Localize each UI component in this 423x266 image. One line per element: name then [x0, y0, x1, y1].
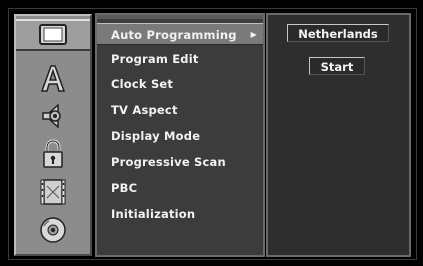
disc-icon — [40, 217, 66, 243]
tab-tv-setup[interactable] — [16, 19, 90, 51]
arrow-right-icon: ▶ — [250, 30, 257, 39]
tab-lock[interactable] — [16, 138, 90, 170]
start-button[interactable]: Start — [309, 57, 365, 75]
menu-item-display-mode[interactable]: Display Mode — [97, 125, 263, 147]
tab-language[interactable] — [16, 62, 90, 94]
menu-item-clock-set[interactable]: Clock Set — [97, 73, 263, 95]
menu-header-bar — [97, 15, 263, 19]
menu-item-label: Auto Programming — [111, 28, 237, 42]
options-panel: Netherlands Start — [266, 13, 411, 257]
tab-disc[interactable] — [16, 214, 90, 246]
tv-setup-icon — [39, 24, 67, 45]
menu-item-label: Program Edit — [111, 52, 199, 66]
tab-audio[interactable] — [16, 100, 90, 132]
menu-item-label: TV Aspect — [111, 103, 178, 117]
lock-icon — [43, 139, 63, 168]
category-sidebar — [14, 14, 92, 256]
menu-item-pbc[interactable]: PBC — [97, 177, 263, 199]
menu-item-label: Display Mode — [111, 129, 201, 143]
menu-item-progressive-scan[interactable]: Progressive Scan — [97, 151, 263, 173]
setup-menu: Auto Programming ▶ Program Edit Clock Se… — [95, 13, 265, 257]
menu-item-label: Progressive Scan — [111, 155, 226, 169]
menu-item-initialization[interactable]: Initialization — [97, 203, 263, 225]
menu-item-program-edit[interactable]: Program Edit — [97, 48, 263, 70]
record-icon — [40, 179, 66, 205]
menu-item-label: PBC — [111, 181, 138, 195]
tab-record[interactable] — [16, 176, 90, 208]
audio-icon — [42, 103, 61, 129]
country-select[interactable]: Netherlands — [287, 24, 389, 42]
menu-item-label: Clock Set — [111, 77, 174, 91]
menu-item-tv-aspect[interactable]: TV Aspect — [97, 99, 263, 121]
menu-item-auto-programming[interactable]: Auto Programming ▶ — [97, 23, 263, 45]
language-icon — [40, 65, 66, 92]
menu-item-label: Initialization — [111, 207, 196, 221]
